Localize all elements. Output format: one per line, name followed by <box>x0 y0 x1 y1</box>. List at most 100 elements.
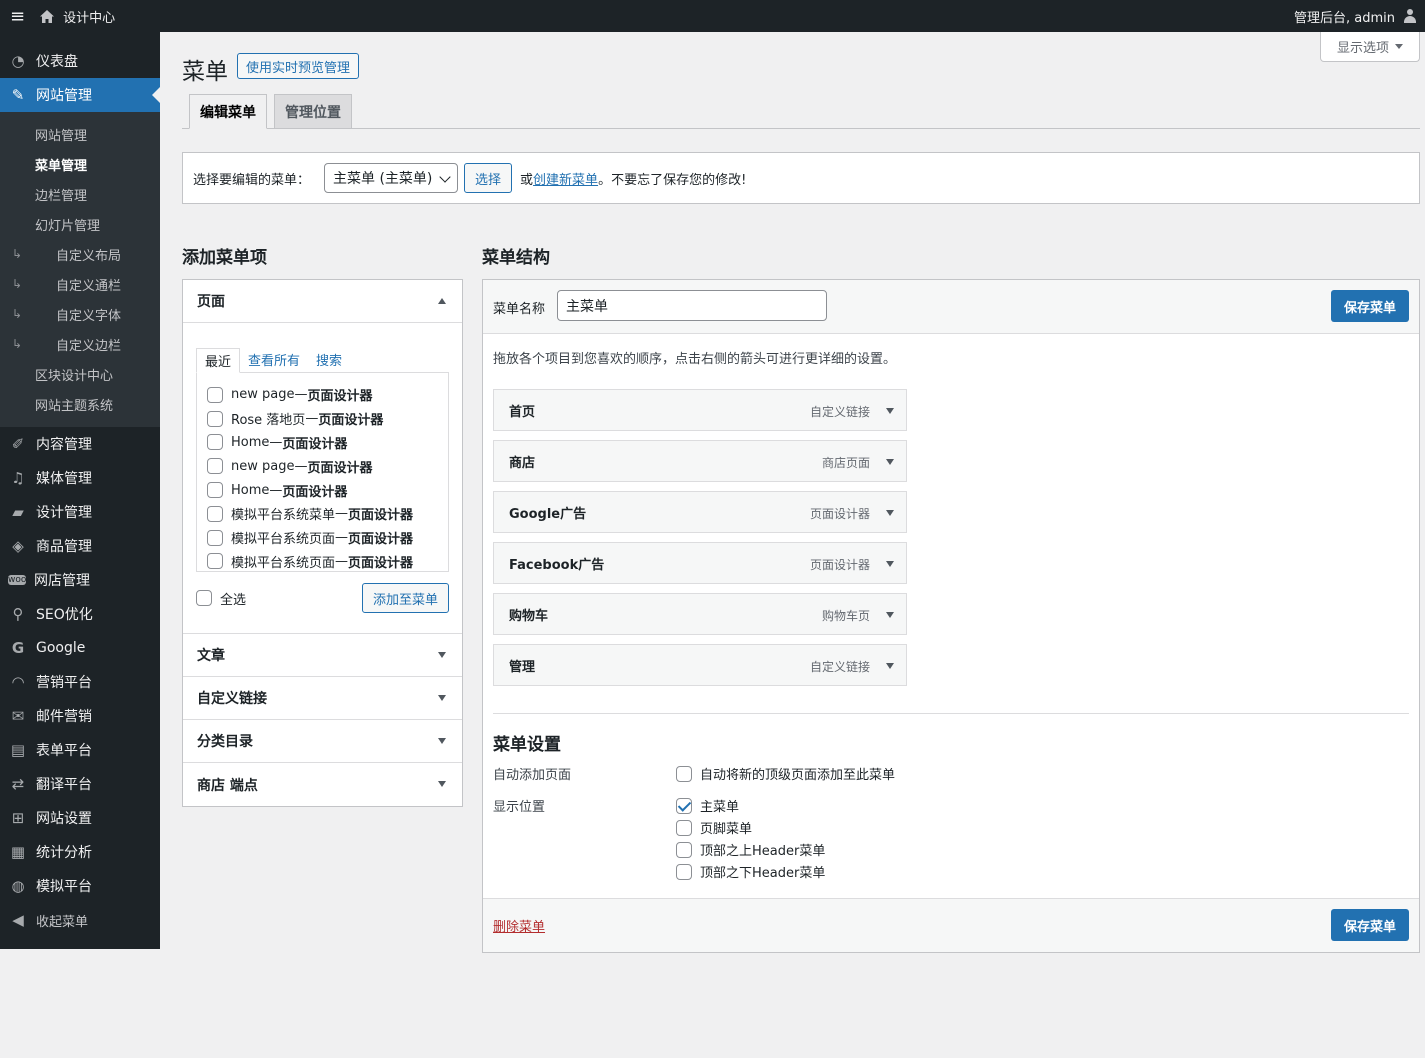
list-item[interactable]: new page — 页面设计器 <box>207 454 448 478</box>
accordion-custom-links-header[interactable]: 自定义链接 <box>183 677 462 720</box>
list-item[interactable]: 模拟平台系统菜单 — 页面设计器 <box>207 502 448 526</box>
page-checkbox[interactable] <box>207 529 223 546</box>
page-checkbox[interactable] <box>207 482 223 499</box>
menu-item-google-ads[interactable]: Google广告 页面设计器 <box>493 491 907 533</box>
menu-name-input[interactable]: 主菜单 <box>557 290 827 321</box>
location-label: 主菜单 <box>700 800 740 815</box>
page-checkbox[interactable] <box>207 553 223 570</box>
live-preview-button[interactable]: 使用实时预览管理 <box>237 53 360 79</box>
caret-down-icon[interactable] <box>886 459 894 465</box>
list-item[interactable]: new page — 页面设计器 <box>207 383 448 407</box>
location-primary[interactable]: 主菜单 <box>676 796 739 815</box>
list-item[interactable]: Home — 页面设计器 <box>207 478 448 502</box>
location-bottom-header[interactable]: 顶部之下Header菜单 <box>676 862 825 881</box>
submenu-item-sidebars[interactable]: 边栏管理 <box>0 179 160 209</box>
collapse-menu-button[interactable]: ◀ 收起菜单 <box>0 903 160 937</box>
sidebar-item-forms[interactable]: ▤ 表单平台 <box>0 733 160 767</box>
sidebar-item-email[interactable]: ✉ 邮件营销 <box>0 699 160 733</box>
menu-settings-title: 菜单设置 <box>493 735 561 755</box>
sidebar-item-marketing[interactable]: ◠ 营销平台 <box>0 665 160 699</box>
location-top-header[interactable]: 顶部之上Header菜单 <box>676 840 825 859</box>
caret-down-icon[interactable] <box>886 612 894 618</box>
page-checkbox[interactable] <box>207 410 223 427</box>
accordion-pages-header[interactable]: 页面 <box>183 280 462 323</box>
sidebar-item-dashboard[interactable]: ◔ 仪表盘 <box>0 44 160 78</box>
page-checkbox[interactable] <box>207 505 223 522</box>
submenu-item-block-design[interactable]: 区块设计中心 <box>0 359 160 389</box>
sidebar-item-seo[interactable]: ⚲ SEO优化 <box>0 597 160 631</box>
sidebar-item-media[interactable]: ♫ 媒体管理 <box>0 461 160 495</box>
page-checkbox[interactable] <box>207 386 223 403</box>
page-checkbox[interactable] <box>207 458 223 475</box>
list-item[interactable]: Home — 页面设计器 <box>207 431 448 455</box>
submenu-item-menus[interactable]: 菜单管理 <box>0 149 160 179</box>
tab-edit-menus[interactable]: 编辑菜单 <box>189 94 267 129</box>
menu-item-admin[interactable]: 管理 自定义链接 <box>493 644 907 686</box>
sidebar-item-settings[interactable]: ⊞ 网站设置 <box>0 801 160 835</box>
caret-down-icon[interactable] <box>886 408 894 414</box>
list-item[interactable]: 模拟平台系统页面 — 页面设计器 <box>207 550 448 571</box>
caret-down-icon[interactable] <box>886 663 894 669</box>
accordion-shop-endpoints-header[interactable]: 商店 端点 <box>183 763 462 806</box>
select-menu-button[interactable]: 选择 <box>464 163 513 193</box>
location-checkbox[interactable] <box>676 863 692 880</box>
location-footer[interactable]: 页脚菜单 <box>676 818 752 837</box>
submenu-item-themes[interactable]: 网站主题系统 <box>0 389 160 419</box>
tab-search[interactable]: 搜索 <box>308 347 350 372</box>
menu-item-cart[interactable]: 购物车 购物车页 <box>493 593 907 635</box>
submenu-item-custom-sidebar[interactable]: ↳ 自定义边栏 <box>0 329 160 359</box>
menu-item-shop[interactable]: 商店 商店页面 <box>493 440 907 482</box>
accordion-posts-header[interactable]: 文章 <box>183 634 462 677</box>
location-checkbox[interactable] <box>676 819 692 836</box>
page-checkbox[interactable] <box>207 434 223 451</box>
sidebar-item-content[interactable]: ✐ 内容管理 <box>0 427 160 461</box>
delete-menu-link[interactable]: 删除菜单 <box>493 916 545 935</box>
chart-icon: ▦ <box>10 843 26 861</box>
submenu-item-custom-layout[interactable]: ↳ 自定义布局 <box>0 239 160 269</box>
menu-select[interactable]: 主菜单 (主菜单) <box>324 163 459 193</box>
select-all-checkbox[interactable] <box>196 590 212 606</box>
sidebar-item-google[interactable]: G Google <box>0 631 160 665</box>
location-checkbox[interactable] <box>676 841 692 858</box>
sidebar-item-label: 媒体管理 <box>36 471 92 487</box>
home-icon <box>40 9 55 23</box>
caret-down-icon[interactable] <box>886 510 894 516</box>
accordion-categories-header[interactable]: 分类目录 <box>183 720 462 763</box>
auto-add-option[interactable]: 自动将新的顶级页面添加至此菜单 <box>676 764 895 783</box>
tab-recent[interactable]: 最近 <box>196 348 241 373</box>
sidebar-item-products[interactable]: ◈ 商品管理 <box>0 529 160 563</box>
account-menu[interactable]: 管理后台, admin <box>1294 0 1417 32</box>
recent-pages-list[interactable]: new page — 页面设计器 Rose 落地页 — 页面设计器 Home —… <box>196 372 449 572</box>
auto-add-checkbox[interactable] <box>676 765 692 782</box>
sidebar-item-analytics[interactable]: ▦ 统计分析 <box>0 835 160 869</box>
submenu-item-custom-banner[interactable]: ↳ 自定义通栏 <box>0 269 160 299</box>
tab-view-all[interactable]: 查看所有 <box>240 347 308 372</box>
submenu-item-site[interactable]: 网站管理 <box>0 119 160 149</box>
save-menu-button-bottom[interactable]: 保存菜单 <box>1330 909 1409 941</box>
submenu-item-custom-font[interactable]: ↳ 自定义字体 <box>0 299 160 329</box>
sidebar-item-design[interactable]: ▰ 设计管理 <box>0 495 160 529</box>
woo-icon: woo <box>8 575 27 585</box>
submenu-item-slides[interactable]: 幻灯片管理 <box>0 209 160 239</box>
menu-item-home[interactable]: 首页 自定义链接 <box>493 389 907 431</box>
list-item[interactable]: Rose 落地页 — 页面设计器 <box>207 407 448 431</box>
sidebar-item-label: 模拟平台 <box>36 879 92 895</box>
create-menu-link[interactable]: 创建新菜单 <box>533 169 598 188</box>
sidebar-item-translate[interactable]: ⇄ 翻译平台 <box>0 767 160 801</box>
save-menu-button-top[interactable]: 保存菜单 <box>1330 290 1409 322</box>
screen-options-button[interactable]: 显示选项 <box>1320 32 1420 62</box>
display-location-label: 显示位置 <box>493 800 546 815</box>
menu-toggle-icon[interactable]: ≡ <box>10 6 25 27</box>
list-item[interactable]: 模拟平台系统页面 — 页面设计器 <box>207 526 448 550</box>
sidebar-item-shop[interactable]: woo 网店管理 <box>0 563 160 597</box>
menu-item-facebook-ads[interactable]: Facebook广告 页面设计器 <box>493 542 907 584</box>
site-name-link[interactable]: 设计中心 <box>39 7 115 26</box>
caret-down-icon[interactable] <box>886 561 894 567</box>
tab-manage-locations[interactable]: 管理位置 <box>274 94 352 129</box>
sidebar-item-simulation[interactable]: ◍ 模拟平台 <box>0 869 160 903</box>
add-to-menu-button[interactable]: 添加至菜单 <box>361 583 449 613</box>
sidebar-item-site-management[interactable]: ✎ 网站管理 <box>0 78 160 112</box>
menu-select-value: 主菜单 (主菜单) <box>333 171 433 187</box>
select-all[interactable]: 全选 <box>196 589 246 608</box>
location-checkbox[interactable] <box>676 797 692 814</box>
